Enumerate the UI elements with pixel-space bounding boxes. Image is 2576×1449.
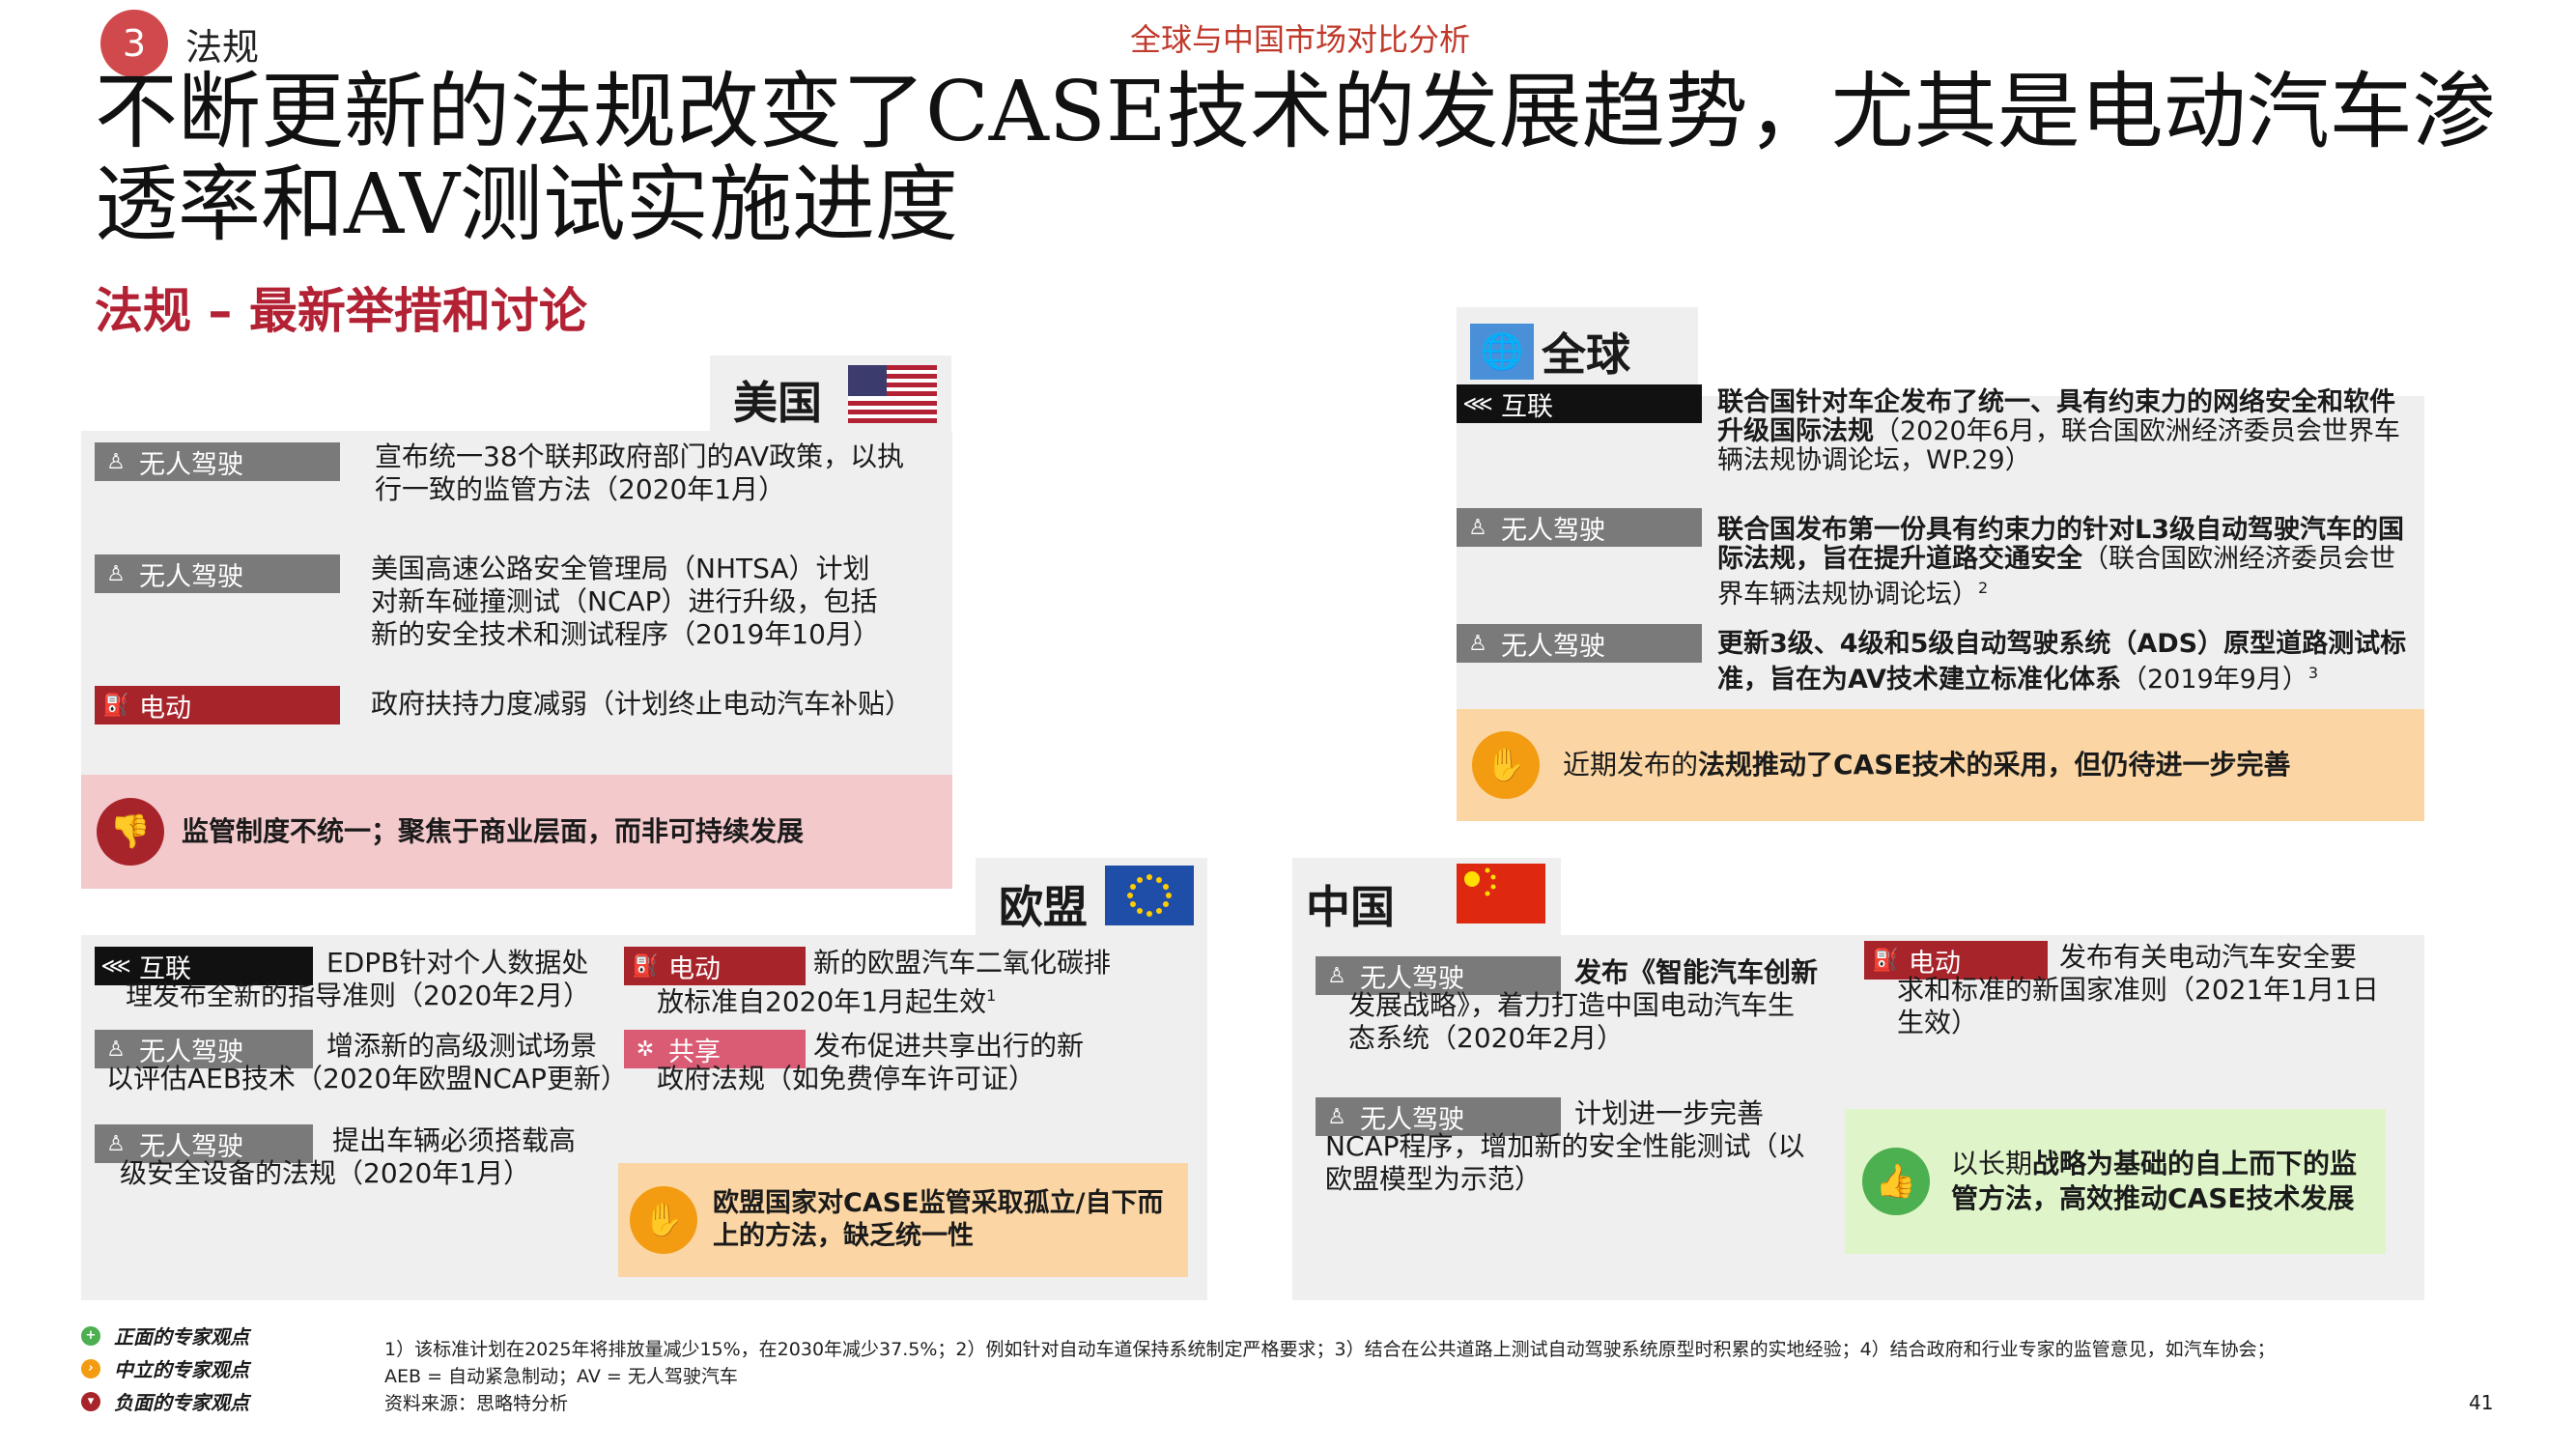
eu-left-2-line1: 增添新的高级测试场景 [326, 1030, 598, 1062]
usa-callout: 👎 监管制度不统一；聚焦于商业层面，而非可持续发展 [81, 775, 952, 889]
thumbs-down-icon: 👎 [97, 798, 164, 866]
page-subhead: 法规 – 最新举措和讨论 [95, 283, 587, 339]
eu-left-3-line2: 级安全设备的法规（2020年1月） [120, 1157, 531, 1189]
thumbs-up-icon: 👍 [1862, 1148, 1930, 1215]
eu-right-1-line1: 新的欧盟汽车二氧化碳排 [813, 947, 1112, 979]
global-tag-connected: ⋘ 互联 [1457, 384, 1702, 423]
fuel-pump-icon: ⛽ [102, 693, 129, 718]
un-globe-icon: 🌐 [1470, 324, 1534, 380]
usa-tag-autonomous-1: ♙ 无人驾驶 [95, 442, 340, 481]
usa-tag-electric: ⛽ 电动 [95, 686, 340, 724]
footnote-2: AEB = 自动紧急制动；AV = 无人驾驶汽车 [384, 1366, 738, 1387]
eu-flag-icon [1105, 866, 1194, 925]
global-item-3: 更新3级、4级和5级自动驾驶系统（ADS）原型道路测试标准，旨在为AV技术建立标… [1717, 629, 2407, 695]
china-callout-text: 以长期战略为基础的自上而下的监管方法，高效推动CASE技术发展 [1951, 1148, 2358, 1214]
usa-callout-text: 监管制度不统一；聚焦于商业层面，而非可持续发展 [182, 815, 805, 847]
person-seat-icon: ♙ [1327, 963, 1346, 988]
person-seat-icon: ♙ [106, 1037, 126, 1062]
global-item-2: 联合国发布第一份具有约束力的针对L3级自动驾驶汽车的国际法规，旨在提升道路交通安… [1717, 515, 2404, 610]
eu-name: 欧盟 [999, 881, 1088, 933]
eu-callout-text: 欧盟国家对CASE监管采取孤立/自下而上的方法，缺乏统一性 [713, 1188, 1164, 1251]
global-item-1: 联合国针对车企发布了统一、具有约束力的网络安全和软件升级国际法规（2020年6月… [1717, 387, 2400, 475]
usa-tag-autonomous-2: ♙ 无人驾驶 [95, 554, 340, 593]
global-name: 全球 [1542, 328, 1630, 381]
page-number: 41 [2469, 1391, 2494, 1414]
footnote-source: 资料来源：思略特分析 [384, 1393, 569, 1414]
global-callout-text: 近期发布的法规推动了CASE技术的采用，但仍待进一步完善 [1563, 749, 2291, 781]
fuel-pump-icon: ⛽ [1872, 948, 1899, 973]
china-item-1-line3: 态系统（2020年2月） [1348, 1022, 1625, 1054]
eu-left-3-line1: 提出车辆必须搭载高 [332, 1124, 577, 1156]
usa-item-2: 美国高速公路安全管理局（NHTSA）计划对新车碰撞测试（NCAP）进行升级，包括… [371, 553, 880, 650]
eu-right-2-line2: 政府法规（如免费停车许可证） [657, 1063, 1036, 1094]
china-item-2-line1: 计划进一步完善 [1574, 1097, 1765, 1129]
china-item-3-line1: 发布有关电动汽车安全要 [2059, 941, 2358, 973]
china-item-3-line3: 生效） [1897, 1007, 1979, 1038]
person-seat-icon: ♙ [1468, 515, 1487, 540]
positive-dot-icon: + [81, 1325, 100, 1346]
china-item-3-line2: 求和标准的新国家准则（2021年1月1日 [1897, 974, 2379, 1006]
china-flag-icon [1457, 864, 1545, 923]
legend-positive: + 正面的专家观点 [81, 1321, 249, 1350]
china-item-2-line2: NCAP程序，增加新的安全性能测试（以 [1325, 1130, 1805, 1162]
usa-name: 美国 [733, 377, 822, 429]
legend-negative: ▾ 负面的专家观点 [81, 1387, 249, 1415]
usa-flag-icon [848, 365, 937, 423]
page-headline: 不断更新的法规改变了CASE技术的发展趋势，尤其是电动汽车渗透率和AV测试实施进… [95, 64, 2496, 253]
section-name: 法规 [185, 26, 260, 69]
china-callout: 👍 以长期战略为基础的自上而下的监管方法，高效推动CASE技术发展 [1845, 1109, 2386, 1254]
footnote-1: 1）该标准计划在2025年将排放量减少15%，在2030年减少37.5%；2）例… [384, 1339, 2276, 1360]
usa-item-3: 政府扶持力度减弱（计划终止电动汽车补贴） [371, 688, 913, 720]
global-header: 🌐 全球 [1457, 307, 1698, 396]
sparkle-icon: ✲ [636, 1037, 655, 1062]
china-name: 中国 [1306, 881, 1395, 933]
person-seat-icon: ♙ [1468, 631, 1487, 656]
person-seat-icon: ♙ [106, 449, 126, 474]
global-tag-autonomous-1: ♙ 无人驾驶 [1457, 508, 1702, 547]
share-icon: ⋘ [100, 953, 131, 979]
person-seat-icon: ♙ [106, 1131, 126, 1156]
usa-item-1: 宣布统一38个联邦政府部门的AV政策，以执行一致的监管方法（2020年1月） [375, 440, 905, 505]
legend-neutral: › 中立的专家观点 [81, 1354, 249, 1382]
global-tag-autonomous-2: ♙ 无人驾驶 [1457, 624, 1702, 663]
china-item-1-line2: 发展战略》，着力打造中国电动汽车生 [1348, 989, 1796, 1021]
eu-callout: ✋ 欧盟国家对CASE监管采取孤立/自下而上的方法，缺乏统一性 [618, 1163, 1188, 1277]
eu-right-2-line1: 发布促进共享出行的新 [813, 1030, 1085, 1062]
person-seat-icon: ♙ [106, 561, 126, 586]
eu-left-1-line1: EDPB针对个人数据处 [326, 947, 589, 979]
china-item-1-line1: 发布《智能汽车创新 [1574, 956, 1819, 988]
top-title: 全球与中国市场对比分析 [1130, 21, 1471, 58]
neutral-hand-icon: ✋ [630, 1186, 697, 1254]
person-seat-icon: ♙ [1327, 1104, 1346, 1129]
share-icon: ⋘ [1462, 391, 1493, 416]
neutral-hand-icon: ✋ [1472, 731, 1540, 799]
eu-right-1-line2: 放标准自2020年1月起生效1 [657, 985, 997, 1018]
fuel-pump-icon: ⛽ [632, 953, 659, 979]
negative-dot-icon: ▾ [81, 1391, 100, 1411]
global-callout: ✋ 近期发布的法规推动了CASE技术的采用，但仍待进一步完善 [1457, 709, 2424, 821]
china-item-2-line3: 欧盟模型为示范） [1325, 1163, 1543, 1195]
eu-left-2-line2: 以评估AEB技术（2020年欧盟NCAP更新） [106, 1063, 628, 1094]
eu-left-1-line2: 理发布全新的指导准则（2020年2月） [126, 980, 591, 1011]
neutral-dot-icon: › [81, 1358, 100, 1378]
